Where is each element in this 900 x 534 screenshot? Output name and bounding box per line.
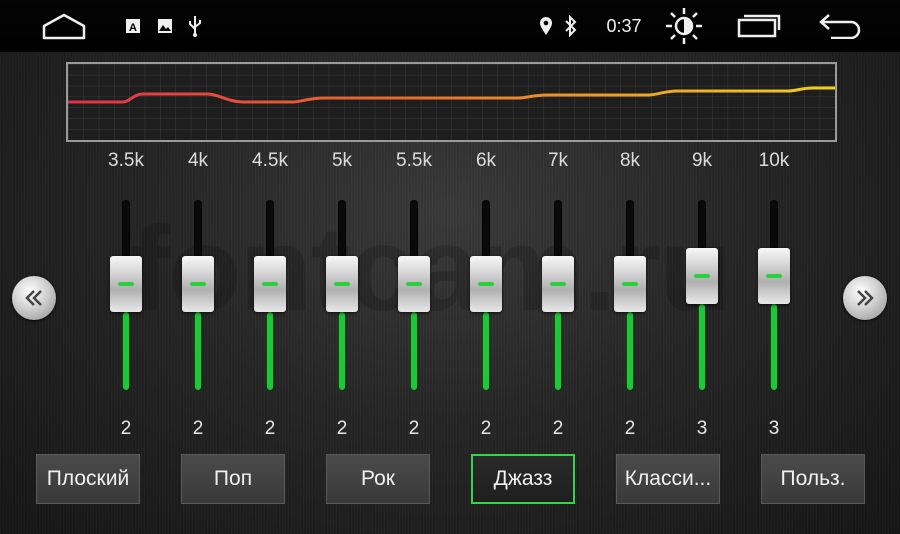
band-slider-fill [267,312,273,390]
status-bar: A 0:37 [0,0,900,52]
band-value-label: 2 [336,418,348,439]
band-value-label: 2 [264,418,276,439]
band-slider-thumb[interactable] [254,256,286,312]
band-slider-thumb[interactable] [686,248,718,304]
clock: 0:37 [606,15,642,36]
band-slider-thumb[interactable] [182,256,214,312]
band-slider-fill [411,312,417,390]
band-slider-thumb[interactable] [326,256,358,312]
svg-text:A: A [129,22,137,34]
chevron-right-double-icon [857,290,874,306]
band-slider-thumb[interactable] [398,256,430,312]
band-value-label: 3 [696,418,708,439]
eq-band: 5.5k 2 [379,150,449,450]
prev-page-button[interactable] [12,276,56,320]
preset-rock-button[interactable]: Рок [326,454,430,504]
band-slider-fill [555,312,561,390]
usb-icon [186,0,204,52]
band-frequency-label: 6k [475,150,497,171]
band-value-label: 2 [192,418,204,439]
band-frequency-label: 9k [691,150,713,171]
band-frequency-label: 10k [758,150,790,171]
band-slider-fill [195,312,201,390]
band-frequency-label: 5.5k [396,150,432,171]
eq-curve-graph [66,62,837,142]
band-slider-fill [699,304,705,390]
band-slider-fill [123,312,129,390]
band-slider-fill [483,312,489,390]
band-frequency-label: 5k [331,150,353,171]
band-value-label: 2 [120,418,132,439]
brightness-icon[interactable] [662,0,706,52]
eq-band: 5k 2 [307,150,377,450]
equalizer-screen: A 0:37 fontcam.ru 3.5k 2 4k 2 4.5k 2 5k … [0,0,900,534]
preset-pop-button[interactable]: Поп [181,454,285,504]
bluetooth-icon [562,0,580,52]
recent-apps-icon[interactable] [734,0,784,52]
home-icon[interactable] [36,0,92,52]
band-frequency-label: 4k [187,150,209,171]
location-icon [536,0,556,52]
preset-user-button[interactable]: Польз. [761,454,865,504]
band-frequency-label: 8k [619,150,641,171]
band-slider-thumb[interactable] [614,256,646,312]
eq-band: 3.5k 2 [91,150,161,450]
band-value-label: 3 [768,418,780,439]
band-slider-thumb[interactable] [110,256,142,312]
band-slider-fill [627,312,633,390]
eq-curve-svg [68,64,835,140]
band-value-label: 2 [624,418,636,439]
eq-band: 10k 3 [739,150,809,450]
chevron-left-double-icon [25,290,42,306]
band-frequency-label: 7k [547,150,569,171]
band-slider-thumb[interactable] [542,256,574,312]
eq-band: 9k 3 [667,150,737,450]
band-slider-fill [339,312,345,390]
eq-band: 6k 2 [451,150,521,450]
band-frequency-label: 3.5k [108,150,144,171]
eq-band: 4.5k 2 [235,150,305,450]
back-icon[interactable] [814,0,864,52]
band-slider-thumb[interactable] [470,256,502,312]
eq-band: 4k 2 [163,150,233,450]
eq-band: 7k 2 [523,150,593,450]
eq-band: 8k 2 [595,150,665,450]
image-icon [156,0,174,52]
band-frequency-label: 4.5k [252,150,288,171]
preset-flat-button[interactable]: Плоский [36,454,140,504]
preset-classic-button[interactable]: Класси... [616,454,720,504]
band-value-label: 2 [408,418,420,439]
band-slider-fill [771,304,777,390]
next-page-button[interactable] [843,276,887,320]
band-value-label: 2 [480,418,492,439]
band-slider-thumb[interactable] [758,248,790,304]
preset-jazz-button[interactable]: Джазз [471,454,575,504]
band-value-label: 2 [552,418,564,439]
a-badge-icon: A [124,0,142,52]
